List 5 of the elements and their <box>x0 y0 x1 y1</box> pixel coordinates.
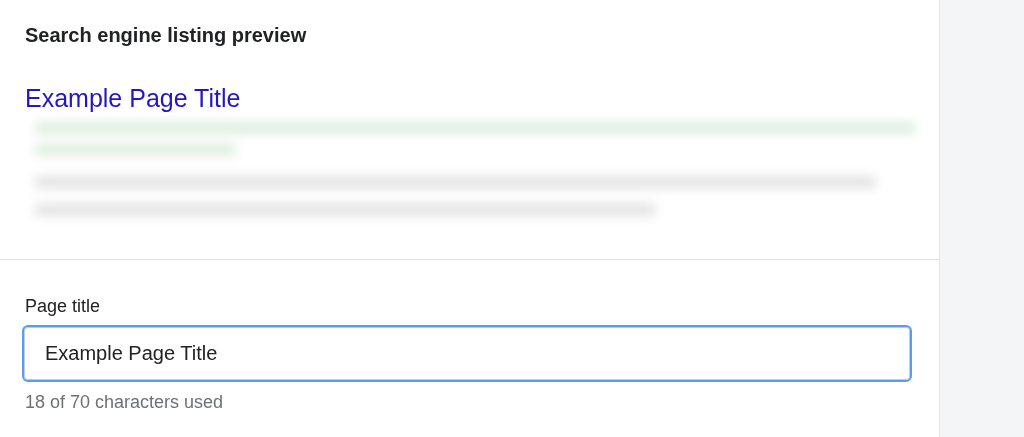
field-label: Page title <box>25 296 101 317</box>
character-count: 18 of 70 characters used <box>25 392 224 413</box>
page-title-field[interactable]: Example Page Title <box>22 325 912 382</box>
section-heading: Search engine listing preview <box>25 24 307 47</box>
preview-title-link[interactable]: Example Page Title <box>25 84 241 113</box>
